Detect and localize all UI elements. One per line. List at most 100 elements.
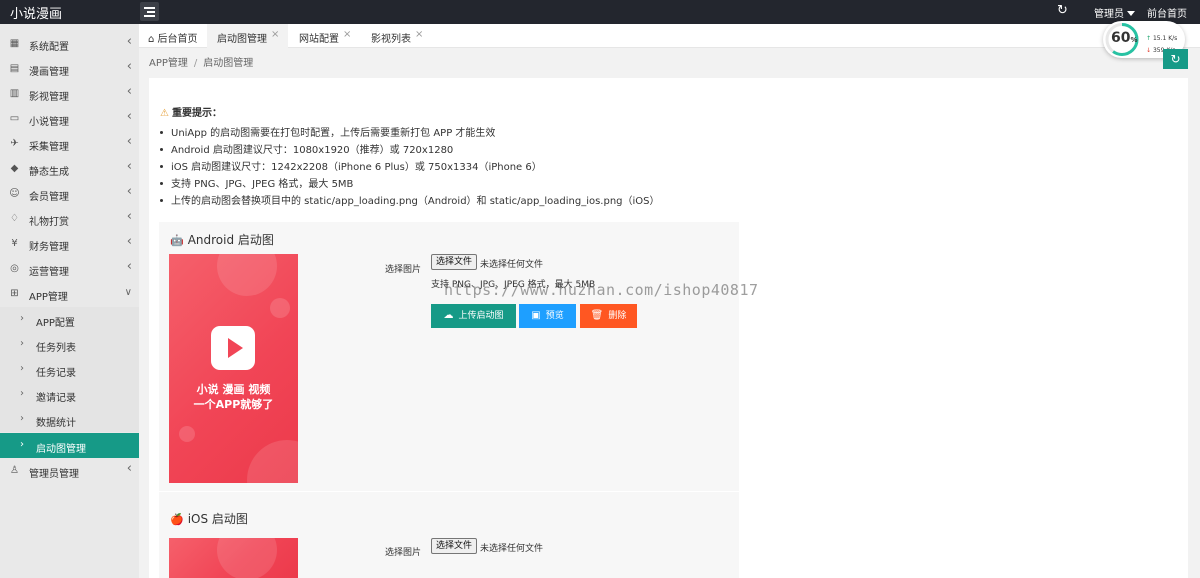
film-icon: ▥: [9, 88, 20, 99]
close-icon[interactable]: ×: [343, 29, 351, 40]
sidebar-subitem-invite-record[interactable]: › 邀请记录: [0, 382, 139, 407]
delete-button[interactable]: 🗑 删除: [580, 304, 637, 328]
sidebar-subitem-task-record[interactable]: › 任务记录: [0, 357, 139, 382]
sidebar-item-label: 管理员管理: [29, 469, 79, 480]
speed-percent: 60%: [1111, 30, 1138, 46]
upload-splash-button[interactable]: ☁ 上传启动图: [431, 304, 516, 328]
android-title-text: Android 启动图: [187, 233, 274, 247]
admin-label: 管理员: [1094, 9, 1124, 20]
sidebar-item-gift[interactable]: ♢ 礼物打赏 ‹: [0, 206, 139, 231]
sidebar-subitem-label: 邀请记录: [36, 393, 76, 404]
close-icon[interactable]: ×: [415, 29, 423, 40]
android-icon: 🤖: [170, 234, 184, 247]
menu-toggle-icon[interactable]: [140, 2, 159, 21]
android-file-status: 未选择任何文件: [480, 260, 544, 270]
refresh-icon[interactable]: ↻: [1057, 3, 1068, 18]
chevron-left-icon: ‹: [126, 84, 132, 99]
tab-home[interactable]: ⌂ 后台首页: [139, 24, 207, 48]
percent-value: 60: [1111, 30, 1131, 46]
ios-file-button[interactable]: 选择文件: [431, 538, 478, 554]
splash-slogan-2: 一个APP就够了: [193, 398, 274, 411]
refresh-button[interactable]: ↻: [1163, 49, 1188, 69]
main-card: ⚠ 重要提示： UniApp 的启动图需要在打包时配置，上传后需要重新打包 APP…: [149, 78, 1188, 578]
ios-section: 🍎 iOS 启动图 选择图片 选择文件 未选择任何文件: [159, 492, 739, 578]
chevron-left-icon: ‹: [126, 59, 132, 74]
android-file-button[interactable]: 选择文件: [431, 254, 478, 270]
ios-file-status: 未选择任何文件: [480, 544, 544, 554]
chevron-left-icon: ‹: [126, 209, 132, 224]
arrow-up-icon: ↑: [1146, 35, 1152, 42]
select-image-label: 选择图片: [385, 265, 422, 275]
android-splash-image: 小说 漫画 视频 一个APP就够了: [169, 254, 298, 483]
sidebar-item-label: 系统配置: [29, 42, 69, 53]
android-section: 🤖 Android 启动图 小说 漫画 视频 一个APP就够了 选择图片 选择文件…: [159, 222, 739, 491]
sidebar-subitem-splash[interactable]: › 启动图管理: [0, 433, 139, 458]
tab-film-list[interactable]: 影视列表 ×: [360, 24, 432, 48]
sidebar-item-label: 会员管理: [29, 192, 69, 203]
globe-icon: ◎: [10, 263, 19, 274]
chevron-right-icon: ›: [20, 413, 24, 424]
user-icon: ♙: [10, 465, 19, 476]
chevron-left-icon: ‹: [126, 234, 132, 249]
chevron-right-icon: ›: [20, 363, 24, 374]
close-icon[interactable]: ×: [271, 29, 279, 40]
tab-site-config[interactable]: 网站配置 ×: [288, 24, 360, 48]
breadcrumb: APP管理 / 启动图管理: [149, 58, 254, 69]
watermark-text: https://www.huzhan.com/ishop40817: [444, 281, 759, 299]
sidebar-item-operation[interactable]: ◎ 运营管理 ‹: [0, 256, 139, 281]
ios-section-title: 🍎 iOS 启动图: [170, 510, 248, 527]
tab-label: 网站配置: [299, 34, 339, 45]
breadcrumb-parent[interactable]: APP管理: [149, 58, 188, 69]
sidebar-subitem-label: APP配置: [36, 318, 75, 329]
sidebar-item-comic[interactable]: ▤ 漫画管理 ‹: [0, 56, 139, 81]
sidebar: ▦ 系统配置 ‹ ▤ 漫画管理 ‹ ▥ 影视管理 ‹ ▭ 小说管理 ‹ ✈ 采集…: [0, 24, 139, 578]
trash-icon: 🗑: [590, 310, 604, 321]
tip-line: UniApp 的启动图需要在打包时配置，上传后需要重新打包 APP 才能生效: [160, 124, 495, 139]
tip-line: iOS 启动图建议尺寸：1242x2208（iPhone 6 Plus）或 75…: [160, 158, 542, 173]
sidebar-subitem-label: 启动图管理: [36, 444, 86, 455]
member-icon: ☺: [9, 188, 20, 199]
chevron-right-icon: ›: [20, 439, 24, 450]
sidebar-item-finance[interactable]: ¥ 财务管理 ‹: [0, 231, 139, 256]
ios-splash-image: [169, 538, 298, 578]
sidebar-subitem-task-list[interactable]: › 任务列表: [0, 332, 139, 357]
collect-icon: ✈: [10, 138, 19, 149]
upload-speed: ↑ 15.1 K/s: [1146, 35, 1177, 42]
finance-icon: ¥: [11, 238, 18, 249]
sidebar-item-admin[interactable]: ♙ 管理员管理 ‹: [0, 458, 139, 483]
sidebar-item-app[interactable]: ⊞ APP管理 ∨: [0, 281, 139, 306]
sidebar-item-film[interactable]: ▥ 影视管理 ‹: [0, 81, 139, 106]
chevron-right-icon: ›: [20, 313, 24, 324]
arrow-down-icon: ↓: [1146, 47, 1152, 54]
chevron-left-icon: ‹: [126, 259, 132, 274]
chevron-left-icon: ‹: [126, 184, 132, 199]
ios-title-text: iOS 启动图: [187, 512, 248, 526]
sidebar-subitem-label: 任务列表: [36, 343, 76, 354]
sidebar-subitem-label: 数据统计: [36, 418, 76, 429]
admin-menu[interactable]: 管理员: [1094, 5, 1135, 20]
tab-splash[interactable]: 启动图管理 ×: [207, 24, 288, 48]
preview-button[interactable]: ▣ 预览: [519, 304, 576, 328]
apple-icon: 🍎: [170, 513, 184, 526]
upload-speed-value: 15.1 K/s: [1152, 35, 1178, 42]
sidebar-item-label: 漫画管理: [29, 67, 69, 78]
sidebar-item-static[interactable]: ◆ 静态生成 ‹: [0, 156, 139, 181]
chevron-left-icon: ‹: [126, 134, 132, 149]
caret-down-icon: [1127, 11, 1135, 16]
tip-line: 支持 PNG、JPG、JPEG 格式，最大 5MB: [160, 175, 353, 190]
settings-icon: ▦: [9, 38, 20, 49]
front-home-link[interactable]: 前台首页: [1147, 5, 1187, 20]
sidebar-item-system[interactable]: ▦ 系统配置 ‹: [0, 31, 139, 56]
sidebar-item-novel[interactable]: ▭ 小说管理 ‹: [0, 106, 139, 131]
tab-label: 影视列表: [371, 34, 411, 45]
sidebar-item-collect[interactable]: ✈ 采集管理 ‹: [0, 131, 139, 156]
chevron-left-icon: ‹: [126, 461, 132, 476]
sidebar-subitem-statistics[interactable]: › 数据统计: [0, 407, 139, 432]
sidebar-subitem-app-config[interactable]: › APP配置: [0, 307, 139, 332]
sidebar-item-label: 静态生成: [29, 167, 69, 178]
sidebar-item-member[interactable]: ☺ 会员管理 ‹: [0, 181, 139, 206]
warning-icon: ⚠: [160, 108, 169, 119]
sidebar-item-label: 小说管理: [29, 117, 69, 128]
gift-icon: ♢: [10, 213, 19, 224]
breadcrumb-current: 启动图管理: [203, 58, 254, 69]
